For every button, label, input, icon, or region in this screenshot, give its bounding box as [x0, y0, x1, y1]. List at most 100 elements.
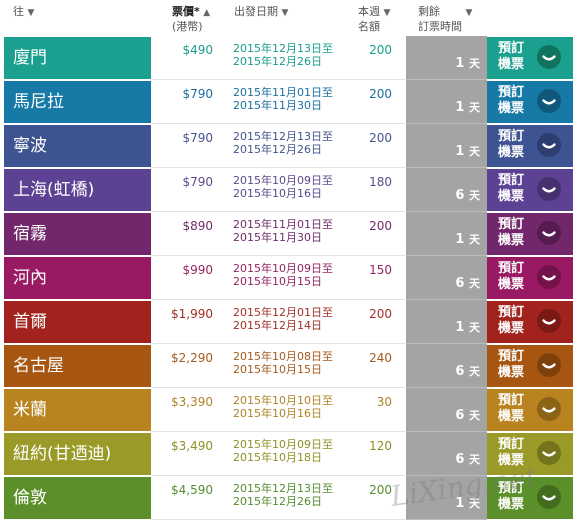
book-button-label: 預訂 機票: [498, 305, 524, 337]
remaining-days: 6 天: [455, 275, 480, 291]
book-ticket-button[interactable]: 預訂 機票: [487, 433, 573, 475]
book-label-line2: 機票: [498, 453, 525, 468]
price-value: $1,990: [171, 307, 213, 321]
price-value: $3,490: [171, 439, 213, 453]
book-label-line1: 預訂: [498, 437, 525, 452]
book-label-line1: 預訂: [498, 41, 525, 56]
date-from: 2015年11月01日至: [233, 218, 333, 231]
book-button-label: 預訂 機票: [498, 173, 524, 205]
book-label-line2: 機票: [498, 321, 525, 336]
book-button-label: 預訂 機票: [498, 261, 524, 293]
remaining-cell: 6 天: [406, 388, 487, 432]
book-label-line1: 預訂: [498, 217, 525, 232]
fare-details: $790 2015年11月01日至 2015年11月30日 200: [151, 80, 406, 124]
remaining-days: 1 天: [455, 55, 480, 71]
remaining-days: 1 天: [455, 319, 480, 335]
destination-cell[interactable]: 米蘭: [4, 389, 151, 431]
book-ticket-button[interactable]: 預訂 機票: [487, 257, 573, 299]
day-unit: 天: [469, 189, 480, 202]
destination-header-label: 往: [13, 5, 24, 18]
remaining-days-number: 6: [455, 452, 465, 467]
book-label-line2: 機票: [498, 497, 525, 512]
remaining-cell: 1 天: [406, 212, 487, 256]
fare-details: $490 2015年12月13日至 2015年12月26日 200: [151, 36, 406, 80]
remaining-header-label-2: 訂票時間: [418, 20, 462, 33]
remaining-days-number: 1: [455, 144, 465, 159]
date-to: 2015年11月30日: [233, 231, 322, 244]
book-label-line2: 機票: [498, 101, 525, 116]
quota-value: 30: [376, 395, 392, 409]
book-ticket-button[interactable]: 預訂 機票: [487, 213, 573, 255]
remaining-days-number: 1: [455, 496, 465, 511]
book-label-line2: 機票: [498, 57, 525, 72]
book-ticket-button[interactable]: 預訂 機票: [487, 81, 573, 123]
destination-cell[interactable]: 寧波: [4, 125, 151, 167]
smile-icon: [537, 177, 561, 201]
date-from: 2015年10月09日至: [233, 262, 333, 275]
remaining-days: 6 天: [455, 187, 480, 203]
remaining-days: 1 天: [455, 495, 480, 511]
day-unit: 天: [469, 409, 480, 422]
book-button-label: 預訂 機票: [498, 85, 524, 117]
destination-cell[interactable]: 首爾: [4, 301, 151, 343]
book-ticket-button[interactable]: 預訂 機票: [487, 125, 573, 167]
date-from: 2015年11月01日至: [233, 86, 333, 99]
table-row: 紐約(甘迺迪) $3,490 2015年10月09日至 2015年10月18日 120 6…: [4, 432, 573, 476]
book-label-line1: 預訂: [498, 173, 525, 188]
date-to: 2015年12月26日: [233, 143, 322, 156]
destination-cell[interactable]: 河內: [4, 257, 151, 299]
book-button-label: 預訂 機票: [498, 129, 524, 161]
destination-cell[interactable]: 上海(虹橋): [4, 169, 151, 211]
sort-destination[interactable]: 往 ▼: [13, 5, 34, 20]
date-to: 2015年11月30日: [233, 99, 322, 112]
sort-down-icon: ▼: [281, 8, 289, 18]
sort-remaining[interactable]: 剩餘 ▼ 訂票時間: [418, 5, 472, 34]
sort-date[interactable]: 出發日期 ▼: [234, 5, 288, 20]
destination-cell[interactable]: 宿霧: [4, 213, 151, 255]
smile-icon: [537, 89, 561, 113]
destination-cell[interactable]: 馬尼拉: [4, 81, 151, 123]
smile-icon: [537, 221, 561, 245]
smile-icon: [537, 265, 561, 289]
quota-value: 200: [369, 87, 392, 101]
remaining-days-number: 1: [455, 232, 465, 247]
destination-cell[interactable]: 紐約(甘迺迪): [4, 433, 151, 475]
date-from: 2015年12月01日至: [233, 306, 333, 319]
fare-details: $3,390 2015年10月10日至 2015年10月16日 30: [151, 388, 406, 432]
smile-icon: [537, 485, 561, 509]
sort-price[interactable]: 票價* ▲ (港幣): [172, 5, 210, 34]
travel-dates: 2015年12月13日至 2015年12月26日: [233, 42, 333, 68]
book-ticket-button[interactable]: 預訂 機票: [487, 389, 573, 431]
smile-icon: [537, 397, 561, 421]
quota-header-label-2: 名額: [358, 20, 380, 33]
remaining-days: 6 天: [455, 451, 480, 467]
table-row: 宿霧 $890 2015年11月01日至 2015年11月30日 200 1 天 預訂 機票: [4, 212, 573, 256]
quota-value: 240: [369, 351, 392, 365]
travel-dates: 2015年11月01日至 2015年11月30日: [233, 86, 333, 112]
remaining-days: 1 天: [455, 99, 480, 115]
day-unit: 天: [469, 321, 480, 334]
price-value: $3,390: [171, 395, 213, 409]
remaining-days: 1 天: [455, 231, 480, 247]
smile-icon: [537, 309, 561, 333]
table-row: 首爾 $1,990 2015年12月01日至 2015年12月14日 200 1 天 預訂機…: [4, 300, 573, 344]
book-ticket-button[interactable]: 預訂 機票: [487, 37, 573, 79]
sort-quota[interactable]: 本週 ▼ 名額: [358, 5, 390, 34]
book-ticket-button[interactable]: 預訂 機票: [487, 345, 573, 387]
book-label-line2: 機票: [498, 145, 525, 160]
book-ticket-button[interactable]: 預訂 機票: [487, 301, 573, 343]
destination-cell[interactable]: 名古屋: [4, 345, 151, 387]
destination-cell[interactable]: 倫敦: [4, 477, 151, 519]
fare-details: $990 2015年10月09日至 2015年10月15日 150: [151, 256, 406, 300]
quota-value: 200: [369, 43, 392, 57]
book-label-line2: 機票: [498, 277, 525, 292]
destination-cell[interactable]: 廈門: [4, 37, 151, 79]
price-value: $4,590: [171, 483, 213, 497]
remaining-days-number: 6: [455, 188, 465, 203]
book-button-label: 預訂 機票: [498, 393, 524, 425]
book-ticket-button[interactable]: 預訂 機票: [487, 477, 573, 519]
book-ticket-button[interactable]: 預訂 機票: [487, 169, 573, 211]
fare-details: $3,490 2015年10月09日至 2015年10月18日 120: [151, 432, 406, 476]
day-unit: 天: [469, 233, 480, 246]
quota-value: 200: [369, 483, 392, 497]
